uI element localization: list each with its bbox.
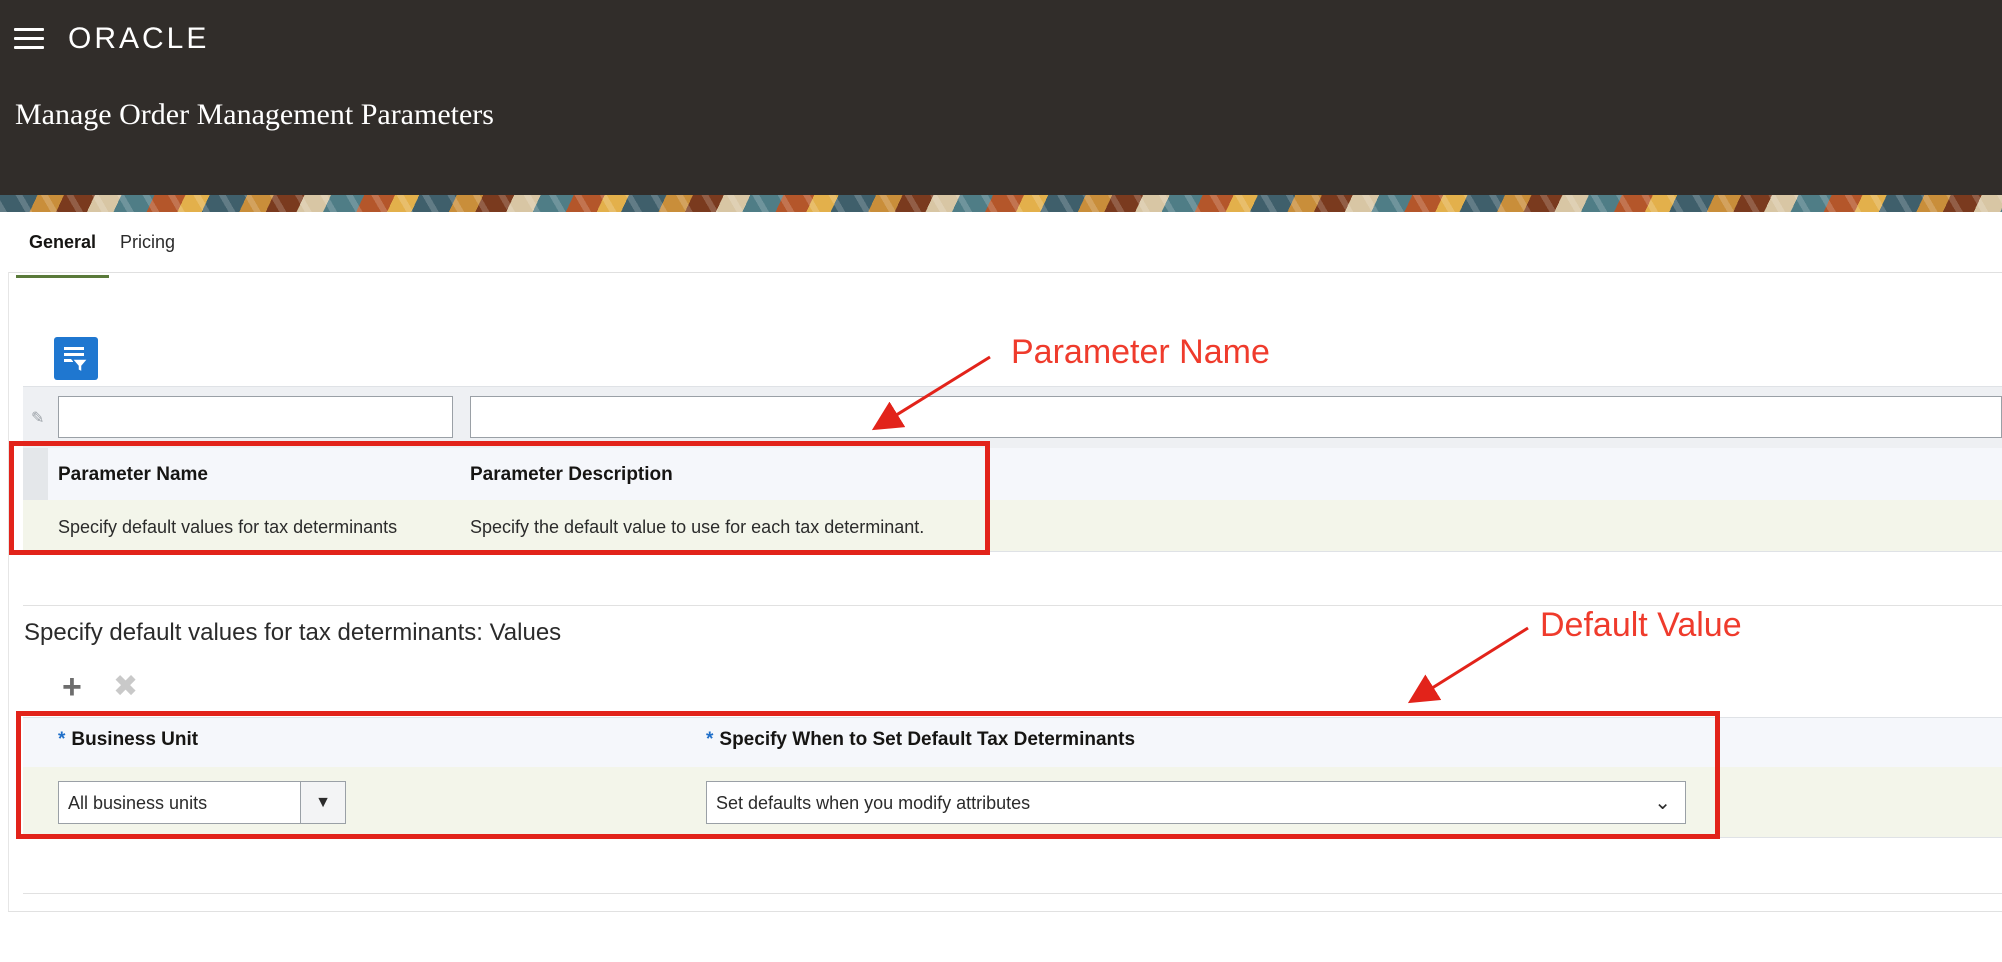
default-value-arrow: [1407, 626, 1529, 704]
parameter-name-arrow: [871, 355, 991, 431]
annotation-arrows: [871, 355, 1529, 704]
